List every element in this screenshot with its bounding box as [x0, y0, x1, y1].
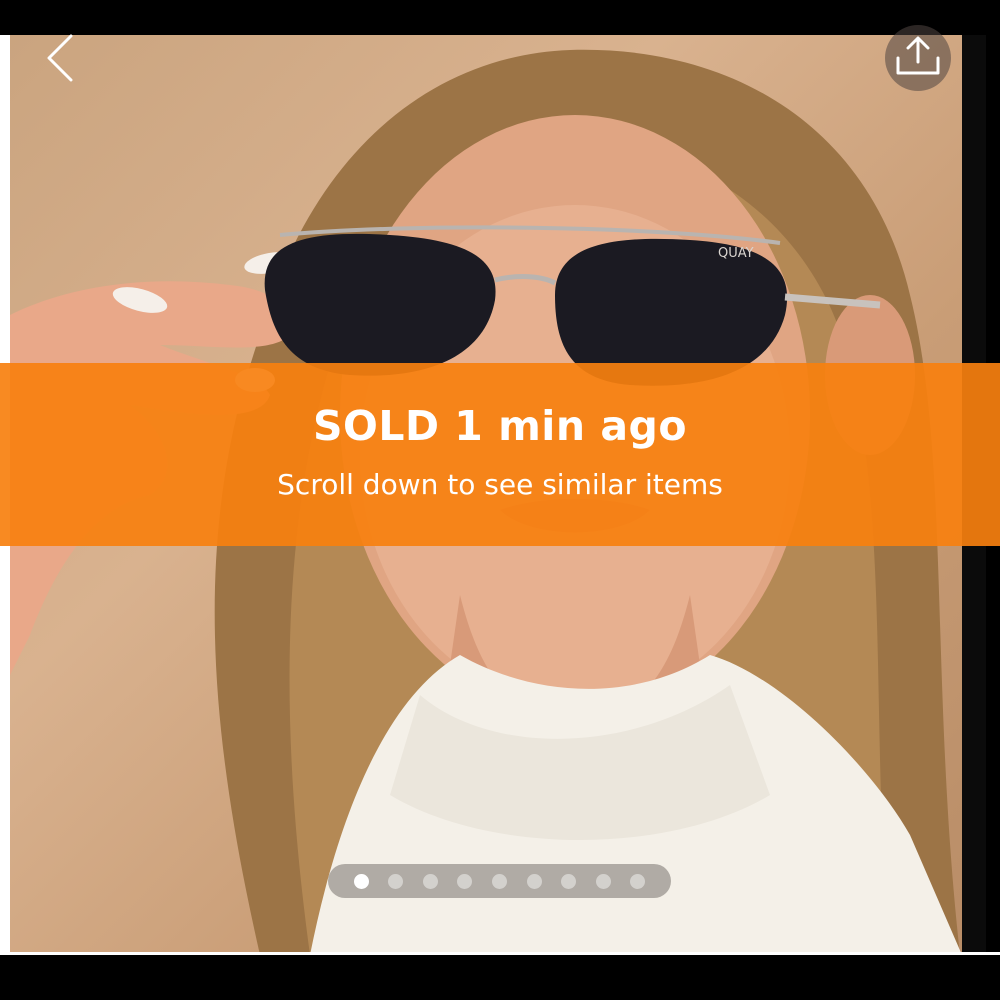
- back-button[interactable]: [38, 34, 82, 86]
- carousel-dot[interactable]: [595, 873, 611, 889]
- sold-banner: SOLD 1 min ago Scroll down to see simila…: [0, 363, 1000, 546]
- carousel-dot[interactable]: [491, 873, 507, 889]
- sold-status-title: SOLD 1 min ago: [312, 402, 688, 450]
- carousel-dot[interactable]: [561, 873, 577, 889]
- carousel-dot[interactable]: [630, 873, 646, 889]
- glasses-brand-text: QUAY: [718, 246, 754, 261]
- bottom-black-bar: [0, 955, 1000, 1000]
- sold-status-subtitle: Scroll down to see similar items: [277, 468, 723, 501]
- share-upload-icon: [895, 36, 941, 80]
- carousel-dot[interactable]: [422, 873, 438, 889]
- carousel-dot[interactable]: [526, 873, 542, 889]
- carousel-dot[interactable]: [353, 873, 369, 889]
- carousel-dot[interactable]: [388, 873, 404, 889]
- carousel-pagination: [328, 864, 671, 898]
- carousel-dot[interactable]: [457, 873, 473, 889]
- chevron-left-icon: [45, 34, 75, 86]
- top-black-bar: [0, 0, 1000, 35]
- share-button[interactable]: [885, 25, 951, 91]
